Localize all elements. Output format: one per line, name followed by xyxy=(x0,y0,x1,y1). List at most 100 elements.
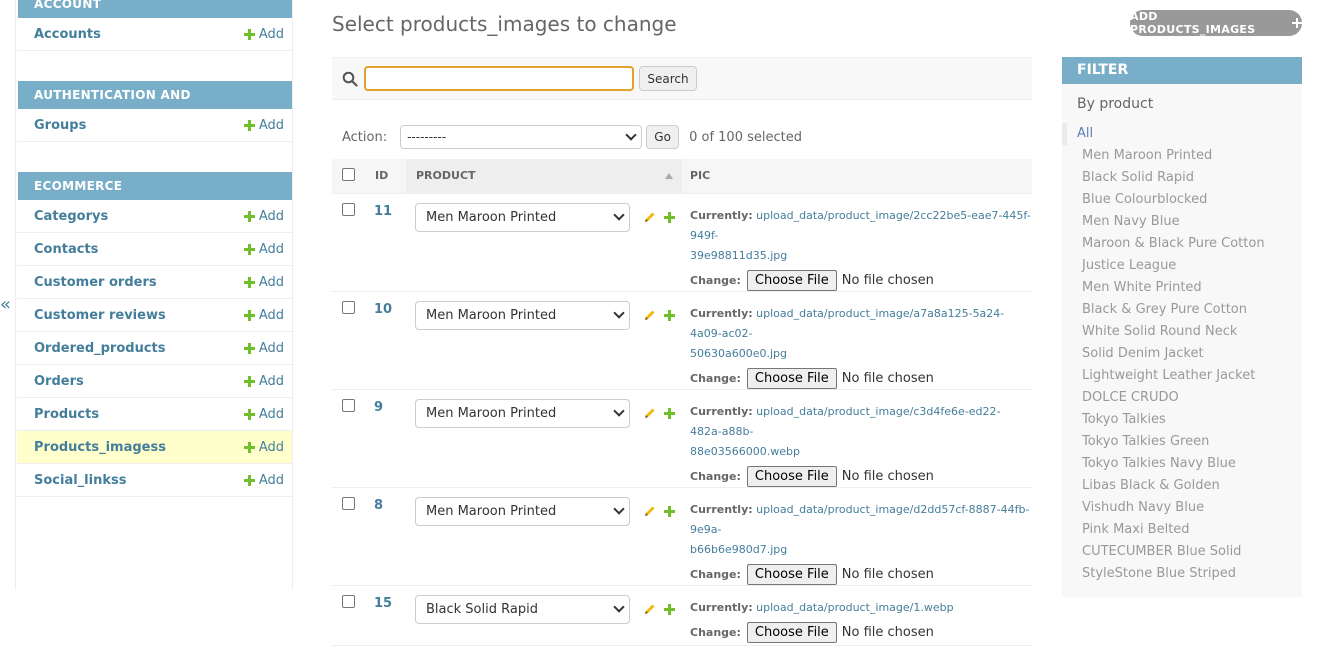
row-id-link[interactable]: 11 xyxy=(374,204,392,219)
product-select[interactable]: Men Maroon Printed xyxy=(415,398,630,428)
filter-option-link[interactable]: Tokyo Talkies Navy Blue xyxy=(1082,456,1236,471)
row-checkbox[interactable] xyxy=(342,594,355,608)
add-categorys-link[interactable]: Add xyxy=(243,209,284,224)
filter-by-product-heading: By product xyxy=(1077,96,1154,112)
add-products-imagess-link[interactable]: Add xyxy=(243,440,284,455)
sidebar-item-customer-reviews: Customer reviews Add xyxy=(17,299,292,332)
filter-option-link[interactable]: Men White Printed xyxy=(1082,280,1202,295)
add-related-icon[interactable] xyxy=(664,407,676,419)
row-id-link[interactable]: 10 xyxy=(374,302,392,317)
filter-option-link[interactable]: Blue Colourblocked xyxy=(1082,192,1207,207)
filter-option-link[interactable]: Men Maroon Printed xyxy=(1082,148,1212,163)
pencil-icon[interactable] xyxy=(644,211,656,223)
sidebar-item-products-imagess-link[interactable]: Products_imagess xyxy=(34,440,166,455)
add-orders-link[interactable]: Add xyxy=(243,373,284,389)
add-customer-reviews-link[interactable]: Add xyxy=(243,308,284,323)
filter-option-link[interactable]: Pink Maxi Belted xyxy=(1082,522,1190,537)
filter-option-link[interactable]: Men Navy Blue xyxy=(1082,214,1180,229)
add-contacts-link[interactable]: Add xyxy=(243,242,284,257)
row-checkbox[interactable] xyxy=(342,300,355,314)
row-id-link[interactable]: 15 xyxy=(374,596,392,611)
filter-option-link[interactable]: Tokyo Talkies Green xyxy=(1082,434,1209,449)
add-accounts-link[interactable]: Add xyxy=(243,27,284,42)
add-customer-orders-link[interactable]: Add xyxy=(243,275,284,290)
filter-option-link[interactable]: DOLCE CRUDO xyxy=(1082,390,1179,405)
pencil-icon[interactable] xyxy=(644,603,656,615)
add-products-link[interactable]: Add xyxy=(243,407,284,422)
filter-option-link[interactable]: Libas Black & Golden xyxy=(1082,478,1220,493)
add-ordered-products-link[interactable]: Add xyxy=(243,341,284,356)
sidebar-item-customer-orders-link[interactable]: Customer orders xyxy=(34,275,157,290)
row-checkbox[interactable] xyxy=(342,496,355,510)
sidebar-item-ordered-products-link[interactable]: Ordered_products xyxy=(34,341,166,356)
filter-option-link[interactable]: All xyxy=(1077,126,1093,141)
toggle-nav-sidebar-button[interactable]: « xyxy=(0,294,12,315)
filter-option-link[interactable]: Maroon & Black Pure Cotton xyxy=(1082,236,1265,251)
filter-option-link[interactable]: White Solid Round Neck xyxy=(1082,324,1237,339)
product-select[interactable]: Men Maroon Printed xyxy=(415,496,630,526)
filter-option-link[interactable]: Lightweight Leather Jacket xyxy=(1082,368,1255,383)
row-id-link[interactable]: 9 xyxy=(374,400,383,415)
add-products-images-button[interactable]: ADD PRODUCTS_IMAGES xyxy=(1130,10,1302,36)
plus-icon xyxy=(243,28,255,40)
add-label: Add xyxy=(258,373,284,389)
row-id-cell: 8 xyxy=(365,487,406,586)
chevron-down-icon xyxy=(613,209,625,221)
sidebar-item-accounts-link[interactable]: Accounts xyxy=(34,27,101,42)
choose-file-button[interactable]: Choose File xyxy=(746,269,837,291)
filter-option-link[interactable]: CUTECUMBER Blue Solid xyxy=(1082,544,1241,559)
add-related-icon[interactable] xyxy=(664,603,676,615)
go-button[interactable]: Go xyxy=(646,125,680,149)
filter-option-link[interactable]: Justice League xyxy=(1082,258,1176,273)
add-social-linkss-link[interactable]: Add xyxy=(243,473,284,488)
table-row: 8 Men Maroon Printed Currently: upload_d… xyxy=(332,487,1032,586)
module-caption-ecommerce[interactable]: ECOMMERCE xyxy=(18,172,292,200)
column-header-id[interactable]: ID xyxy=(365,159,406,194)
filter-option-link[interactable]: Solid Denim Jacket xyxy=(1082,346,1204,361)
sort-ascending-icon[interactable] xyxy=(665,173,673,179)
filter-option-link[interactable]: Vishudh Navy Blue xyxy=(1082,500,1204,515)
filter-option-link[interactable]: Black Solid Rapid xyxy=(1082,170,1194,185)
sidebar-item-contacts-link[interactable]: Contacts xyxy=(34,242,98,257)
row-checkbox[interactable] xyxy=(342,398,355,412)
pencil-icon[interactable] xyxy=(644,505,656,517)
sidebar-item-social-linkss-link[interactable]: Social_linkss xyxy=(34,473,126,488)
choose-file-button[interactable]: Choose File xyxy=(746,563,837,585)
action-select[interactable]: --------- xyxy=(400,125,643,149)
filter-option-link[interactable]: Tokyo Talkies xyxy=(1082,412,1166,427)
filter-panel: FILTER By product All Men Maroon Printed… xyxy=(1062,57,1302,597)
search-button[interactable]: Search xyxy=(639,66,697,91)
add-groups-link[interactable]: Add xyxy=(243,118,284,133)
table-header-row: ID PRODUCT PIC xyxy=(332,159,1032,194)
add-related-icon[interactable] xyxy=(664,309,676,321)
choose-file-button[interactable]: Choose File xyxy=(746,621,837,643)
product-select[interactable]: Men Maroon Printed xyxy=(415,202,630,232)
module-caption-auth[interactable]: AUTHENTICATION AND AUTHORIZATION xyxy=(18,81,292,130)
choose-file-button[interactable]: Choose File xyxy=(746,367,837,389)
chevron-down-icon xyxy=(613,307,625,319)
sidebar-item-orders-link[interactable]: Orders xyxy=(34,374,84,389)
pencil-icon[interactable] xyxy=(644,407,656,419)
sidebar-item-categorys-link[interactable]: Categorys xyxy=(34,209,108,224)
filter-option-link[interactable]: Black & Grey Pure Cotton xyxy=(1082,302,1247,317)
sidebar-item-products-link[interactable]: Products xyxy=(34,407,99,422)
row-checkbox[interactable] xyxy=(342,202,355,216)
column-header-product[interactable]: PRODUCT xyxy=(406,159,682,194)
plus-icon xyxy=(243,342,255,354)
product-select[interactable]: Black Solid Rapid xyxy=(415,594,630,624)
add-related-icon[interactable] xyxy=(664,505,676,517)
filter-option-link[interactable]: StyleStone Blue Striped xyxy=(1082,566,1236,581)
module-caption-account[interactable]: ACCOUNT xyxy=(18,0,292,18)
row-id-link[interactable]: 8 xyxy=(374,498,383,513)
add-related-icon[interactable] xyxy=(664,211,676,223)
sidebar-item-groups-link[interactable]: Groups xyxy=(34,118,86,133)
sidebar-item-customer-reviews-link[interactable]: Customer reviews xyxy=(34,308,166,323)
table-row: 10 Men Maroon Printed Currently: upload_… xyxy=(332,291,1032,390)
sidebar-item-categorys: Categorys Add xyxy=(17,200,292,233)
current-file-link[interactable]: upload_data/product_image/1.webp xyxy=(756,601,953,614)
search-input[interactable] xyxy=(364,66,634,91)
select-all-checkbox[interactable] xyxy=(342,167,355,181)
choose-file-button[interactable]: Choose File xyxy=(746,465,837,487)
product-select[interactable]: Men Maroon Printed xyxy=(415,300,630,330)
pencil-icon[interactable] xyxy=(644,309,656,321)
